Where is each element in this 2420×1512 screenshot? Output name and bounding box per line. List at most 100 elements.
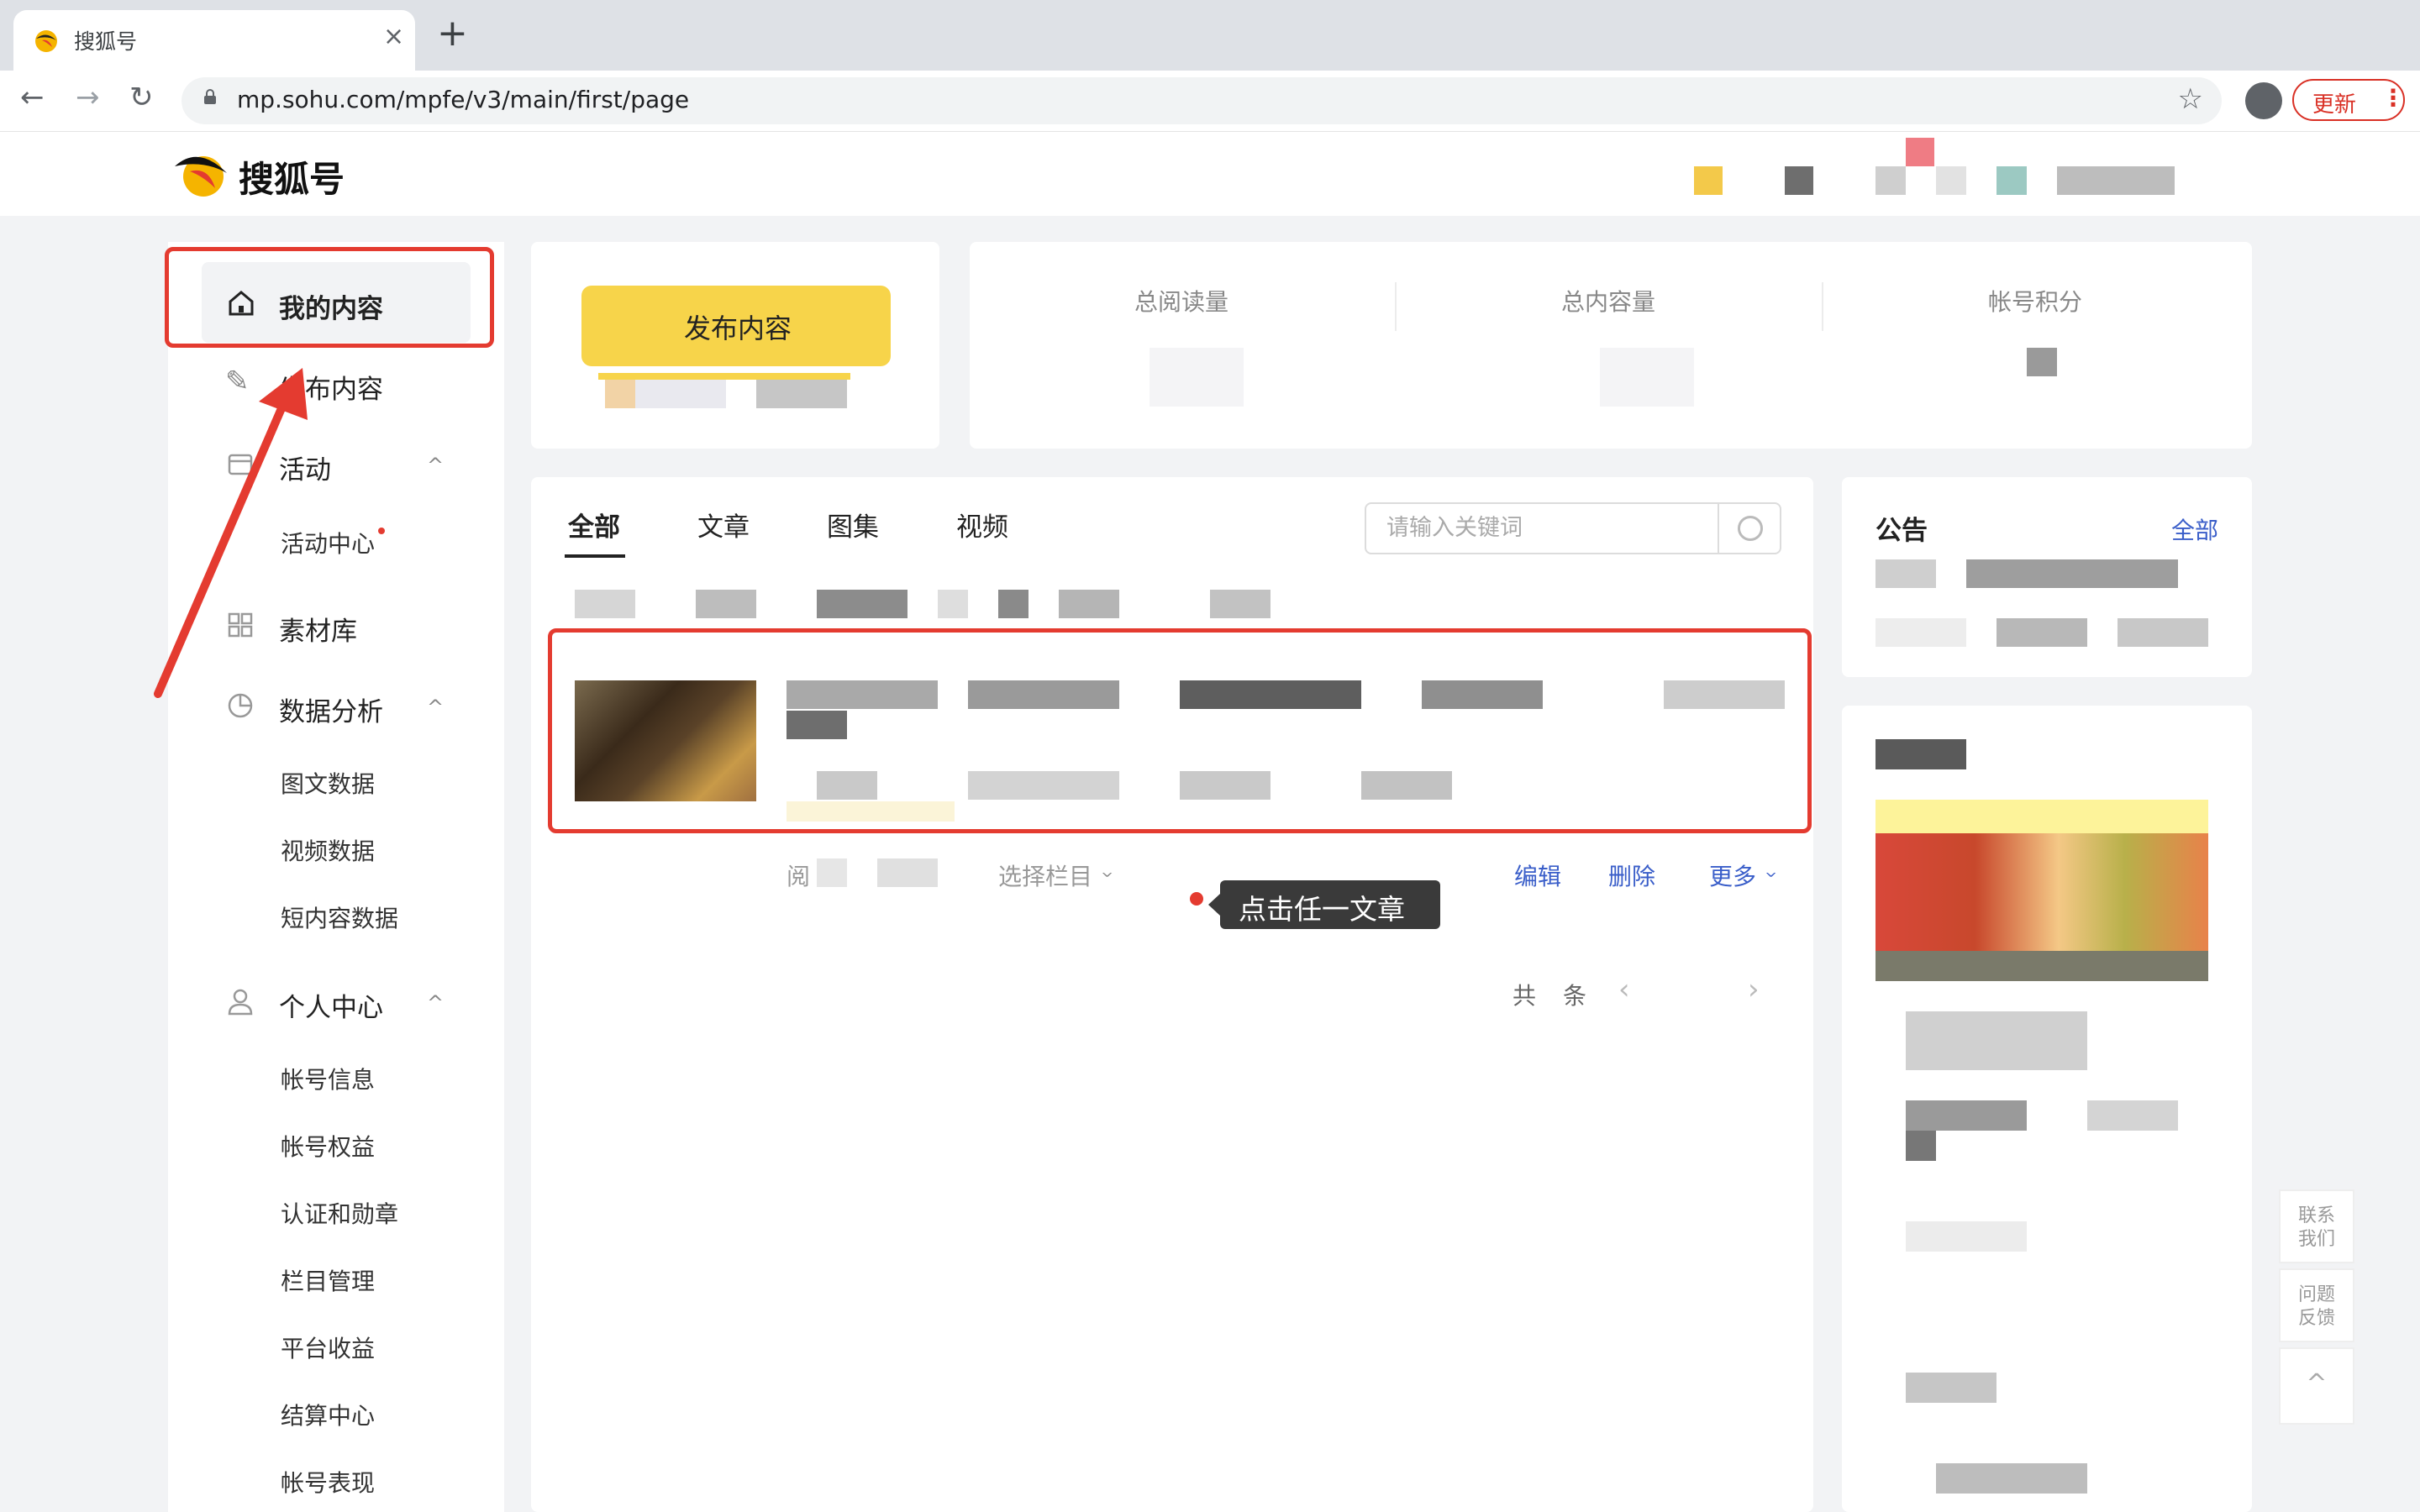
blurred-user-block (1876, 166, 1906, 195)
chevron-up-icon[interactable]: ^ (427, 696, 444, 719)
browser-tab[interactable]: 搜狐号 × (13, 10, 415, 71)
chevron-up-icon: ^ (2306, 1369, 2328, 1399)
divider (1822, 282, 1823, 331)
blurred-block (938, 590, 968, 618)
promo-banner-image (1876, 951, 2208, 981)
forward-arrow-icon[interactable]: → (76, 81, 100, 114)
update-button[interactable]: 更新 ⋮ (2292, 79, 2405, 121)
pager-total-prefix: 共 (1512, 982, 1537, 1010)
back-to-top-button[interactable]: ^ (2279, 1347, 2354, 1425)
tooltip-text: 点击任一文章 (1239, 893, 1405, 926)
blurred-block (575, 590, 635, 618)
annotation-box-my-content (165, 247, 494, 348)
close-tab-icon[interactable]: × (383, 22, 404, 51)
sidebar-item-short-data[interactable]: 短内容数据 (281, 900, 398, 934)
tooltip-pointer (1208, 894, 1220, 916)
chevron-up-icon[interactable]: ^ (427, 991, 444, 1015)
sohu-favicon-icon (35, 30, 57, 52)
browser-menu-icon[interactable]: ⋮ (2381, 84, 2405, 112)
blurred-promo (1906, 1100, 2027, 1131)
tab-galleries[interactable]: 图集 (827, 506, 879, 543)
blurred-user-block (1996, 166, 2027, 195)
search-icon[interactable] (1738, 516, 1763, 541)
back-arrow-icon[interactable]: ← (20, 81, 45, 114)
stats-card (970, 242, 2252, 449)
contact-us-label: 联系 我们 (2297, 1205, 2335, 1250)
blurred-block (998, 590, 1028, 618)
blurred-stat-value (2027, 348, 2057, 376)
tab-articles[interactable]: 文章 (697, 506, 750, 543)
bookmark-star-icon[interactable]: ☆ (2178, 82, 2203, 116)
active-tab-underline (565, 554, 625, 558)
sohu-logo-icon[interactable] (173, 148, 229, 198)
profile-avatar-icon[interactable] (2245, 82, 2282, 119)
blurred-notice (1996, 618, 2087, 647)
publish-content-label: 发布内容 (684, 312, 792, 344)
blurred-promo (1906, 1373, 1996, 1403)
notice-all-link[interactable]: 全部 (2171, 512, 2218, 546)
sidebar-item-platform-income[interactable]: 平台收益 (281, 1331, 375, 1364)
select-column-dropdown[interactable]: 选择栏目 (998, 858, 1092, 892)
site-logo-text[interactable]: 搜狐号 (239, 151, 345, 202)
edit-button[interactable]: 编辑 (1514, 858, 1561, 892)
tab-all[interactable]: 全部 (568, 506, 620, 543)
sidebar-item-video-data[interactable]: 视频数据 (281, 833, 375, 867)
blurred-notice (1876, 618, 1966, 647)
more-button[interactable]: 更多 (1709, 858, 1756, 892)
user-icon (228, 989, 253, 1016)
divider (1718, 504, 1719, 553)
sidebar-item-column-manage[interactable]: 栏目管理 (281, 1263, 375, 1297)
blurred-block (1210, 590, 1270, 618)
chevron-down-icon: ^ (1101, 862, 1114, 879)
divider (1395, 282, 1397, 331)
blurred-notice (2118, 618, 2208, 647)
pager-next-icon[interactable]: › (1748, 973, 1760, 1006)
sidebar-item-account-perf[interactable]: 帐号表现 (281, 1465, 375, 1499)
blurred-promo (1906, 1221, 2027, 1252)
feedback-button[interactable]: 问题 反馈 (2279, 1268, 2354, 1342)
sidebar-item-account-info[interactable]: 帐号信息 (281, 1062, 375, 1095)
feedback-label: 问题 反馈 (2297, 1284, 2335, 1329)
blurred-block (756, 380, 847, 408)
tab-videos[interactable]: 视频 (956, 506, 1008, 543)
annotation-tooltip: 点击任一文章 (1208, 880, 1440, 929)
blurred-notice (1966, 559, 2178, 588)
reload-icon[interactable]: ↻ (129, 81, 154, 114)
blurred-user-block (2057, 166, 2175, 195)
sidebar-item-certification[interactable]: 认证和勋章 (281, 1196, 398, 1230)
read-count-label: 阅 (786, 863, 811, 890)
annotation-box-article (548, 628, 1812, 833)
url-text: mp.sohu.com/mpfe/v3/main/first/page (237, 86, 690, 113)
blurred-block (817, 858, 847, 887)
blurred-promo (1906, 1131, 1936, 1161)
tab-title: 搜狐号 (74, 29, 138, 54)
total-content-label: 总内容量 (1561, 288, 1656, 316)
publish-content-button[interactable]: 发布内容 (581, 286, 891, 366)
promo-banner-image (1876, 800, 2208, 833)
pager-total-suffix: 条 (1563, 982, 1587, 1010)
annotation-dot (1190, 892, 1203, 906)
contact-us-button[interactable]: 联系 我们 (2279, 1189, 2354, 1263)
blurred-block (696, 590, 756, 618)
blurred-block (598, 373, 850, 380)
pager-prev-icon[interactable]: ‹ (1618, 973, 1630, 1006)
search-box (1365, 502, 1781, 554)
sidebar-item-article-data[interactable]: 图文数据 (281, 766, 375, 800)
sidebar-item-personal[interactable]: 个人中心 (279, 986, 383, 1024)
sidebar-item-account-rights[interactable]: 帐号权益 (281, 1129, 375, 1163)
blurred-stat-value (1150, 348, 1244, 407)
blurred-block (817, 590, 908, 618)
update-label: 更新 (2312, 92, 2357, 118)
delete-button[interactable]: 删除 (1608, 858, 1655, 892)
blurred-user-block (1936, 166, 1966, 195)
lock-icon (204, 89, 216, 104)
blurred-block (877, 858, 938, 887)
blurred-user-block (1785, 166, 1813, 195)
address-bar[interactable]: mp.sohu.com/mpfe/v3/main/first/page ☆ (182, 77, 2222, 124)
blurred-promo (1876, 739, 1966, 769)
search-input[interactable] (1385, 514, 1707, 542)
blurred-promo (1936, 1463, 2087, 1494)
new-tab-button[interactable]: + (437, 15, 468, 52)
sidebar-item-settlement[interactable]: 结算中心 (281, 1398, 375, 1431)
chevron-up-icon[interactable]: ^ (427, 454, 444, 477)
